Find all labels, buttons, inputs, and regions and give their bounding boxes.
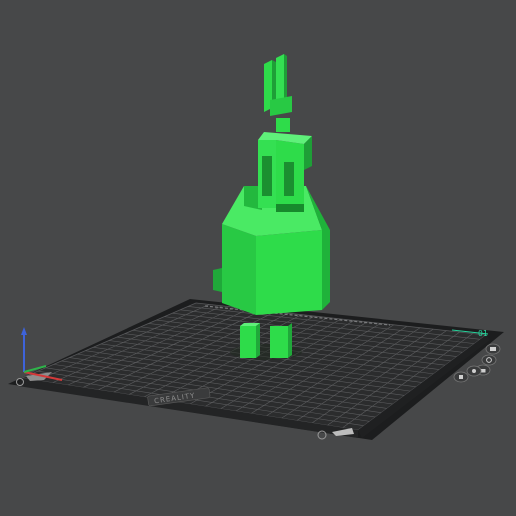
model-visor — [262, 156, 272, 196]
settings-icon[interactable] — [466, 365, 482, 377]
3d-viewport[interactable]: CREALITY 01 — [0, 0, 516, 516]
model-body-left — [222, 224, 256, 315]
scene-canvas[interactable]: CREALITY 01 — [0, 0, 516, 516]
model-antenna-base — [276, 118, 290, 132]
delete-icon[interactable] — [453, 371, 469, 383]
model-arm — [213, 268, 222, 292]
z-axis-arrow — [21, 327, 27, 335]
model-left-leg — [240, 326, 256, 358]
model-right-leg — [270, 326, 288, 358]
rotate-icon[interactable] — [481, 354, 497, 366]
model-body-front — [256, 230, 322, 315]
arrange-icon[interactable] — [485, 343, 501, 355]
